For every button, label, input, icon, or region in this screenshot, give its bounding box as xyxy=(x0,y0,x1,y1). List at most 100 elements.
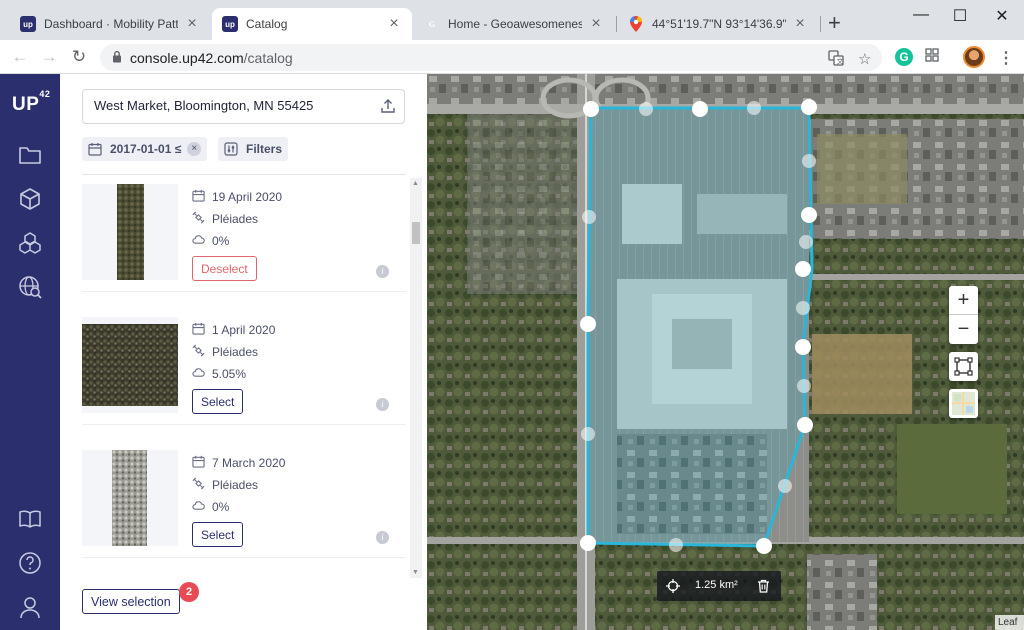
lock-icon xyxy=(112,50,122,68)
cloud-icon xyxy=(192,233,208,249)
calendar-icon xyxy=(192,189,208,205)
up42-logo[interactable]: UP42 xyxy=(12,89,50,116)
cube-icon[interactable] xyxy=(17,186,43,212)
zoom-out-button[interactable]: − xyxy=(949,315,978,344)
close-window-button[interactable]: ✕ xyxy=(987,6,1017,26)
tab-geoawesomeness[interactable]: G Home - Geoawesomeness × xyxy=(414,8,614,40)
result-thumbnail[interactable] xyxy=(82,317,178,413)
app: UP42 West Market, Bloomington, MN 55425 … xyxy=(0,74,1024,630)
result-card[interactable]: 7 March 2020 Pléiades 0% Select i xyxy=(82,440,406,558)
result-date: 19 April 2020 xyxy=(212,190,283,204)
address-bar[interactable]: console.up42.com/catalog 文 ☆ xyxy=(100,44,882,71)
scroll-down-arrow[interactable]: ▼ xyxy=(412,569,419,576)
result-card[interactable]: 19 April 2020 Pléiades 0% Deselect i xyxy=(82,174,406,292)
select-button[interactable]: Select xyxy=(192,522,244,547)
map-attribution[interactable]: Leaf xyxy=(995,615,1024,630)
help-icon[interactable] xyxy=(17,550,43,576)
grammarly-extension-icon[interactable]: G xyxy=(895,48,913,66)
cloud-icon xyxy=(192,366,208,382)
result-thumbnail[interactable] xyxy=(82,450,178,546)
user-icon[interactable] xyxy=(17,594,43,620)
maximize-button[interactable]: ☐ xyxy=(945,6,975,26)
forward-button[interactable]: → xyxy=(39,47,59,67)
basemap-layer-button[interactable] xyxy=(949,389,978,418)
extensions-grid-icon[interactable] xyxy=(925,48,943,66)
tab-label: Dashboard · Mobility Patterns xyxy=(44,17,178,31)
upload-icon[interactable] xyxy=(380,98,396,119)
filters-label: Filters xyxy=(246,142,283,156)
tab-separator xyxy=(616,16,617,32)
info-icon[interactable]: i xyxy=(376,398,389,411)
zoom-control: + − xyxy=(949,286,978,344)
close-tab-icon[interactable]: × xyxy=(386,15,402,33)
satellite-icon xyxy=(192,477,208,493)
selection-count-badge: 2 xyxy=(179,582,199,602)
minimize-button[interactable]: — xyxy=(906,6,936,24)
draw-rectangle-icon xyxy=(954,357,973,376)
view-selection-button[interactable]: View selection xyxy=(82,589,180,614)
zoom-in-button[interactable]: + xyxy=(949,286,978,315)
deselect-button[interactable]: Deselect xyxy=(192,256,257,281)
satellite-icon xyxy=(192,211,208,227)
translate-icon[interactable]: 文 xyxy=(828,50,844,70)
globe-search-icon[interactable] xyxy=(17,274,43,300)
tab-label: Catalog xyxy=(246,17,288,31)
result-sensor: Pléiades xyxy=(212,212,259,226)
cloud-icon xyxy=(192,499,208,515)
bookmark-star-icon[interactable]: ☆ xyxy=(858,50,871,68)
browser-menu-icon[interactable]: ⋮ xyxy=(998,48,1014,68)
date-filter-chip[interactable]: 2017-01-01 ≤ × xyxy=(82,137,208,161)
result-cloud-cover: 5.05% xyxy=(212,367,247,381)
result-date: 1 April 2020 xyxy=(212,323,276,337)
tab-label: 44°51'19.7"N 93°14'36.9"W - xyxy=(652,17,786,31)
satellite-icon xyxy=(192,344,208,360)
tab-maps[interactable]: 44°51'19.7"N 93°14'36.9"W - × xyxy=(618,8,818,40)
clear-date-icon[interactable]: × xyxy=(187,142,202,156)
logo-text: UP xyxy=(12,94,40,115)
tab-dashboard[interactable]: up Dashboard · Mobility Patterns × xyxy=(10,8,210,40)
result-cloud-cover: 0% xyxy=(212,500,230,514)
url-path: /catalog xyxy=(243,50,293,66)
close-tab-icon[interactable]: × xyxy=(792,15,808,33)
map-view[interactable]: + − 1.25 km² Leaf xyxy=(427,74,1024,630)
basemap-thumbnail-icon xyxy=(952,392,975,415)
up42-favicon-icon: up xyxy=(222,16,238,32)
close-tab-icon[interactable]: × xyxy=(588,15,604,33)
select-button[interactable]: Select xyxy=(192,389,244,414)
new-tab-button[interactable]: + xyxy=(828,12,841,34)
info-icon[interactable]: i xyxy=(376,265,389,278)
list-divider xyxy=(82,557,406,558)
svg-text:文: 文 xyxy=(837,57,844,66)
close-tab-icon[interactable]: × xyxy=(184,15,200,33)
google-g-icon: G xyxy=(428,19,436,29)
reload-button[interactable]: ↻ xyxy=(69,47,89,67)
scroll-up-arrow[interactable]: ▲ xyxy=(412,180,419,187)
draw-rectangle-button[interactable] xyxy=(949,352,978,381)
date-filter-label: 2017-01-01 ≤ xyxy=(110,142,182,156)
result-card[interactable]: 1 April 2020 Pléiades 5.05% Select i xyxy=(82,307,406,425)
scroll-thumb[interactable] xyxy=(412,222,420,244)
info-icon[interactable]: i xyxy=(376,531,389,544)
aoi-polygon[interactable] xyxy=(586,106,814,548)
result-thumbnail[interactable] xyxy=(82,184,178,280)
profile-avatar[interactable] xyxy=(963,46,985,68)
nav-rail: UP42 xyxy=(0,74,60,630)
tab-catalog[interactable]: up Catalog × xyxy=(212,8,412,40)
list-divider xyxy=(82,424,406,425)
result-sensor: Pléiades xyxy=(212,478,259,492)
crosshair-icon[interactable] xyxy=(666,579,680,596)
calendar-icon xyxy=(88,142,102,156)
book-icon[interactable] xyxy=(17,506,43,532)
location-search-input[interactable] xyxy=(94,98,364,113)
filters-button[interactable]: Filters xyxy=(218,137,289,161)
satellite-imagery xyxy=(427,74,1024,630)
blocks-icon[interactable] xyxy=(17,230,43,256)
back-button[interactable]: ← xyxy=(10,47,30,67)
logo-sup: 42 xyxy=(39,88,51,99)
tab-label: Home - Geoawesomeness xyxy=(448,17,582,31)
result-date: 7 March 2020 xyxy=(212,456,286,470)
results-scrollbar[interactable]: ▲ ▼ xyxy=(410,178,422,578)
folder-icon[interactable] xyxy=(17,142,43,168)
trash-icon[interactable] xyxy=(757,579,770,596)
calendar-icon xyxy=(192,322,208,338)
